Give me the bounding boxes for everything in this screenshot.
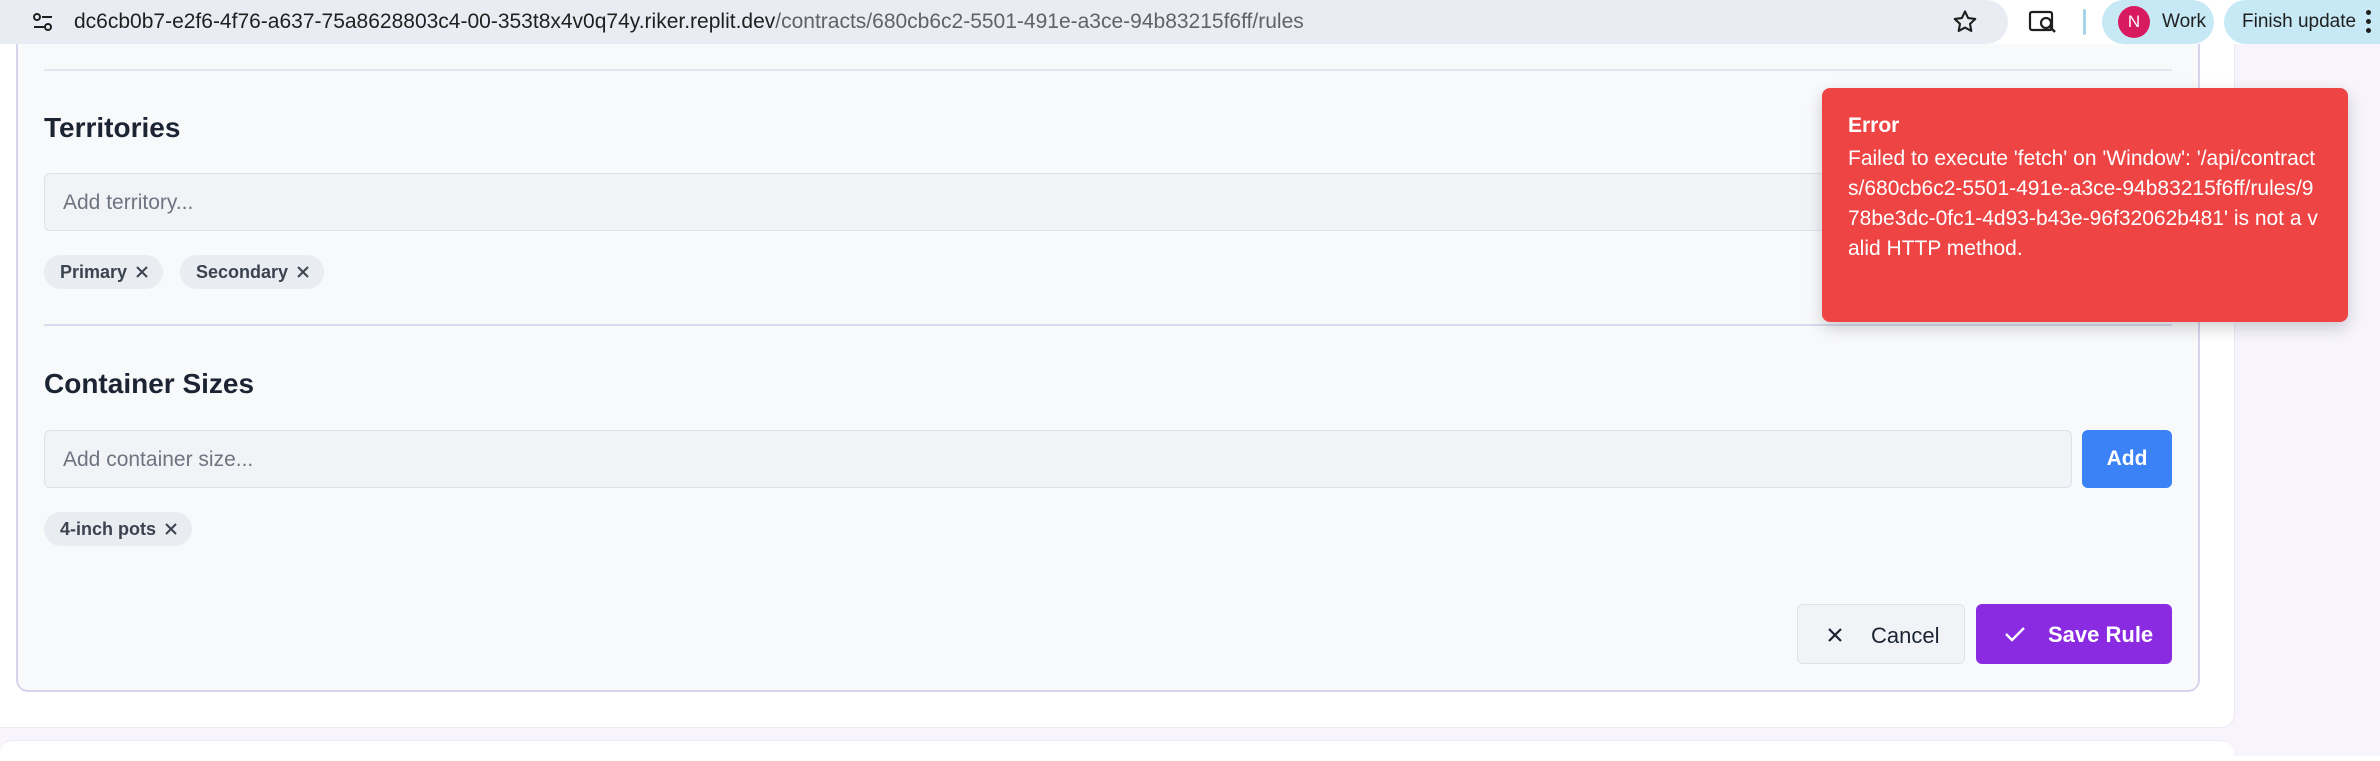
remove-tag-icon[interactable]: [131, 255, 153, 289]
territory-input-placeholder: Add territory...: [63, 191, 194, 214]
tag-secondary: Secondary: [180, 255, 325, 289]
url-path: /contracts/680cb6c2-5501-491e-a3ce-94b83…: [775, 10, 1304, 33]
toast-title: Error: [1848, 114, 1900, 137]
container-sizes-title: Container Sizes: [44, 368, 255, 399]
tag-label: Secondary: [196, 262, 289, 282]
tag-4-inch-pots: 4-inch pots: [44, 512, 193, 546]
profile-button[interactable]: N Work: [2102, 0, 2214, 44]
lens-icon[interactable]: [2028, 8, 2058, 36]
save-rule-button[interactable]: Save Rule: [1976, 604, 2172, 664]
check-icon: [2004, 625, 2026, 648]
tag-label: 4-inch pots: [60, 519, 157, 539]
finish-update-button[interactable]: Finish update: [2224, 0, 2380, 44]
toast-message: Failed to execute 'fetch' on 'Window': '…: [1848, 147, 2318, 260]
container-size-input-placeholder: Add container size...: [63, 448, 254, 471]
url-text[interactable]: dc6cb0b7-e2f6-4f76-a637-75a8628803c4-00-…: [74, 10, 1304, 34]
cancel-label: Cancel: [1871, 623, 1940, 648]
error-toast[interactable]: Error Failed to execute 'fetch' on 'Wind…: [1822, 88, 2348, 322]
close-icon: [1826, 626, 1844, 649]
site-info-icon[interactable]: [32, 11, 54, 33]
container-size-input[interactable]: Add container size...: [44, 430, 2072, 488]
url-host: dc6cb0b7-e2f6-4f76-a637-75a8628803c4-00-…: [74, 10, 776, 33]
tag-label: Primary: [60, 262, 128, 282]
address-bar[interactable]: dc6cb0b7-e2f6-4f76-a637-75a8628803c4-00-…: [0, 0, 2008, 44]
territories-title: Territories: [44, 112, 181, 143]
next-card-edge: [0, 740, 2234, 761]
save-rule-label: Save Rule: [2048, 622, 2154, 647]
profile-name: Work: [2162, 11, 2206, 32]
cancel-button[interactable]: Cancel: [1797, 604, 1965, 664]
tag-primary: Primary: [44, 255, 164, 289]
more-vert-icon[interactable]: [2362, 10, 2374, 36]
remove-tag-icon[interactable]: [160, 512, 182, 546]
remove-tag-icon[interactable]: [292, 255, 314, 289]
toolbar-separator: [2083, 9, 2086, 35]
avatar: N: [2118, 6, 2150, 38]
section-divider: [44, 324, 2172, 326]
browser-toolbar: dc6cb0b7-e2f6-4f76-a637-75a8628803c4-00-…: [0, 0, 2380, 44]
add-container-size-button[interactable]: Add: [2082, 430, 2172, 488]
finish-update-label: Finish update: [2242, 11, 2357, 32]
section-divider: [44, 69, 2172, 71]
star-icon[interactable]: [1951, 8, 1979, 36]
